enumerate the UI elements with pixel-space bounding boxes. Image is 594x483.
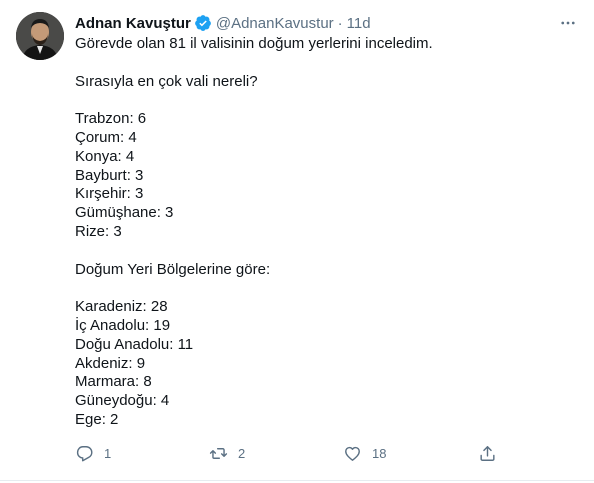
avatar-image	[16, 12, 64, 60]
tweet[interactable]: Adnan Kavuştur @AdnanKavustur · 11d Göre…	[0, 0, 594, 481]
tweet-content: Adnan Kavuştur @AdnanKavustur · 11d Göre…	[75, 12, 580, 430]
tweet-line: Sırasıyla en çok vali nereli?	[75, 72, 258, 90]
retweet-icon	[209, 447, 228, 459]
author-handle[interactable]: @AdnanKavustur	[216, 15, 334, 32]
tweet-line: Akdeniz: 9	[75, 354, 146, 372]
tweet-header: Adnan Kavuştur @AdnanKavustur · 11d	[75, 12, 580, 34]
more-dots-icon[interactable]	[556, 12, 580, 34]
tweet-line: Görevde olan 81 il valisinin doğum yerle…	[75, 35, 433, 52]
tweet-line: Konya: 4	[75, 147, 135, 165]
reply-button[interactable]: 1	[75, 441, 111, 465]
like-count: 18	[372, 445, 387, 461]
tweet-line: Karadeniz: 28	[75, 298, 168, 316]
tweet-actions: 1 2 18	[75, 441, 505, 465]
share-button[interactable]	[478, 441, 497, 465]
tweet-line: Marmara: 8	[75, 373, 152, 391]
tweet-line: Ege: 2	[75, 410, 119, 428]
tweet-line: Bayburt: 3	[75, 166, 144, 184]
retweet-button[interactable]: 2	[209, 441, 245, 465]
tweet-line: Güneydoğu: 4	[75, 392, 170, 410]
like-button[interactable]: 18	[343, 441, 386, 465]
reply-count: 1	[104, 445, 112, 461]
share-icon	[480, 445, 495, 461]
tweet-text: Görevde olan 81 il valisinin doğum yerle…	[75, 35, 580, 430]
tweet-line: Doğum Yeri Bölgelerine göre:	[75, 260, 271, 278]
tweet-line: Trabzon: 6	[75, 110, 147, 128]
tweet-line: Kırşehir: 3	[75, 185, 144, 203]
tweet-timestamp[interactable]: 11d	[347, 15, 371, 32]
reply-icon	[76, 445, 93, 461]
tweet-line: Gümüşhane: 3	[75, 204, 174, 222]
retweet-count: 2	[238, 445, 246, 461]
tweet-line: Rize: 3	[75, 222, 122, 240]
header-separator: ·	[337, 14, 343, 32]
avatar[interactable]	[16, 12, 64, 60]
tweet-line: İç Anadolu: 19	[75, 316, 171, 334]
verified-badge-icon	[194, 14, 212, 32]
heart-icon	[345, 446, 360, 461]
author-name[interactable]: Adnan Kavuştur	[75, 15, 191, 32]
tweet-line: Çorum: 4	[75, 128, 137, 146]
tweet-line: Doğu Anadolu: 11	[75, 335, 194, 353]
